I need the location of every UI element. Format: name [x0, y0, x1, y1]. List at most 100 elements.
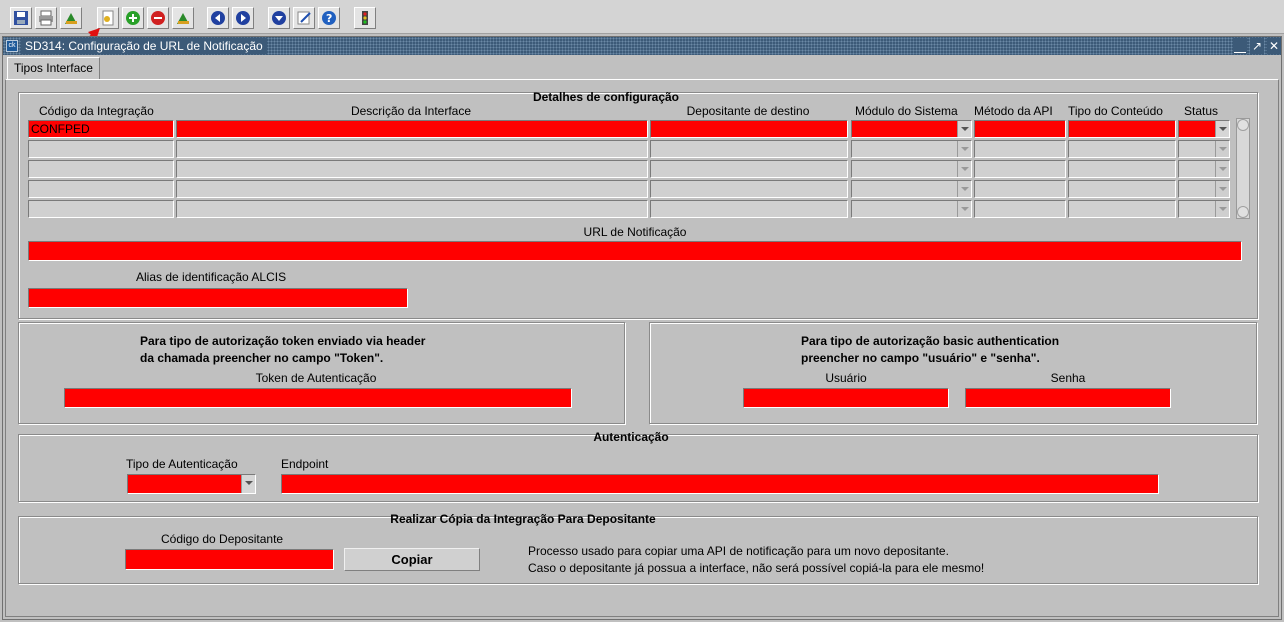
maximize-button[interactable]: ↗	[1250, 38, 1264, 54]
previous-button[interactable]	[207, 7, 229, 29]
copia-note-line2: Caso o depositante já possua a interface…	[528, 561, 985, 575]
scroll-down-icon[interactable]	[1237, 206, 1249, 218]
descricao-field[interactable]	[176, 140, 648, 158]
modulo-select[interactable]	[851, 120, 972, 138]
status-select[interactable]	[1178, 140, 1230, 158]
tipo-field[interactable]	[1068, 160, 1176, 178]
chevron-down-icon[interactable]	[957, 181, 971, 197]
status-select[interactable]	[1178, 120, 1230, 138]
modulo-select[interactable]	[851, 140, 972, 158]
tipo-autenticacao-select[interactable]	[127, 474, 256, 494]
first-icon	[211, 11, 225, 25]
tab-tipos-interface[interactable]: Tipos Interface	[7, 57, 100, 79]
password-label: Senha	[1050, 371, 1086, 385]
col-tipo-header: Tipo do Conteúdo	[1068, 104, 1163, 118]
traffic-light-button[interactable]	[354, 7, 376, 29]
metodo-field[interactable]	[974, 120, 1066, 138]
edit-button[interactable]	[293, 7, 315, 29]
tab-content: Detalhes de configuração Código da Integ…	[5, 79, 1279, 617]
next-button[interactable]	[232, 7, 254, 29]
codigo-field[interactable]	[28, 180, 174, 198]
codigo-field[interactable]: CONFPED	[28, 120, 174, 138]
depositante-field[interactable]	[650, 200, 848, 218]
descricao-field[interactable]	[176, 200, 648, 218]
tipo-field[interactable]	[1068, 180, 1176, 198]
window-title: SD314: Configuração de URL de Notificaçã…	[21, 38, 267, 54]
col-modulo-header: Módulo do Sistema	[855, 104, 958, 118]
minimize-button[interactable]: ⎽	[1233, 38, 1247, 54]
depositante-field[interactable]	[650, 160, 848, 178]
endpoint-label: Endpoint	[281, 457, 329, 471]
chevron-down-icon[interactable]	[957, 141, 971, 157]
print-button[interactable]	[35, 7, 57, 29]
status-select[interactable]	[1178, 160, 1230, 178]
tipo-field[interactable]	[1068, 200, 1176, 218]
copiar-button[interactable]: Copiar	[344, 548, 480, 571]
modulo-select[interactable]	[851, 200, 972, 218]
status-select[interactable]	[1178, 200, 1230, 218]
chevron-down-icon[interactable]	[241, 475, 255, 493]
save-button[interactable]	[10, 7, 32, 29]
token-instruction-line2: da chamada preencher no campo "Token".	[140, 351, 384, 365]
chevron-down-icon[interactable]	[957, 161, 971, 177]
token-instruction-line1: Para tipo de autorização token enviado v…	[140, 334, 426, 348]
toolbar: ?	[0, 0, 1284, 62]
chevron-down-icon[interactable]	[1215, 121, 1229, 137]
codigo-depositante-field[interactable]	[125, 549, 334, 570]
depositante-field[interactable]	[650, 120, 848, 138]
copia-title: Realizar Cópia da Integração Para Deposi…	[390, 512, 656, 526]
metodo-field[interactable]	[974, 160, 1066, 178]
alias-field[interactable]	[28, 288, 408, 308]
detalhes-title: Detalhes de configuração	[532, 90, 680, 104]
codigo-depositante-label: Código do Depositante	[161, 532, 284, 546]
delete-record-button[interactable]	[147, 7, 169, 29]
url-label: URL de Notificação	[583, 225, 687, 239]
print-icon	[39, 10, 53, 26]
copia-note-line1: Processo usado para copiar uma API de no…	[528, 544, 949, 558]
next-icon	[236, 11, 250, 25]
chevron-down-icon[interactable]	[1215, 161, 1229, 177]
form-window: ck SD314: Configuração de URL de Notific…	[2, 36, 1282, 620]
user-field[interactable]	[743, 388, 949, 408]
help-button[interactable]: ?	[318, 7, 340, 29]
chevron-down-icon[interactable]	[957, 201, 971, 217]
add-icon	[126, 11, 140, 25]
descricao-field[interactable]	[176, 180, 648, 198]
endpoint-field[interactable]	[281, 474, 1159, 494]
codigo-field[interactable]	[28, 200, 174, 218]
down-button[interactable]	[268, 7, 290, 29]
chevron-down-icon[interactable]	[1215, 141, 1229, 157]
chevron-down-icon[interactable]	[1215, 201, 1229, 217]
scroll-up-icon[interactable]	[1237, 119, 1249, 131]
close-button[interactable]: ✕	[1267, 38, 1281, 54]
password-field[interactable]	[965, 388, 1171, 408]
metodo-field[interactable]	[974, 200, 1066, 218]
modulo-select[interactable]	[851, 160, 972, 178]
metodo-field[interactable]	[974, 180, 1066, 198]
descricao-field[interactable]	[176, 160, 648, 178]
chevron-down-icon[interactable]	[957, 121, 971, 137]
traffic-light-icon	[362, 11, 368, 25]
descricao-field[interactable]	[176, 120, 648, 138]
modulo-select[interactable]	[851, 180, 972, 198]
col-codigo-header: Código da Integração	[39, 104, 154, 118]
tipo-field[interactable]	[1068, 120, 1176, 138]
codigo-field[interactable]	[28, 140, 174, 158]
save-icon	[14, 11, 28, 25]
chevron-down-icon[interactable]	[1215, 181, 1229, 197]
depositante-field[interactable]	[650, 180, 848, 198]
col-depositante-header: Depositante de destino	[686, 104, 810, 118]
token-field[interactable]	[64, 388, 572, 408]
url-field[interactable]	[28, 241, 1242, 261]
metodo-field[interactable]	[974, 140, 1066, 158]
status-select[interactable]	[1178, 180, 1230, 198]
rows-scrollbar[interactable]	[1236, 118, 1250, 219]
tipo-field[interactable]	[1068, 140, 1176, 158]
codigo-field[interactable]	[28, 160, 174, 178]
autenticacao-title: Autenticação	[593, 430, 669, 444]
svg-text:?: ?	[326, 12, 332, 25]
insert-record-button[interactable]	[122, 7, 144, 29]
exit-form-button[interactable]	[172, 7, 194, 29]
depositante-field[interactable]	[650, 140, 848, 158]
basic-instruction-line1: Para tipo de autorização basic authentic…	[801, 334, 1060, 348]
